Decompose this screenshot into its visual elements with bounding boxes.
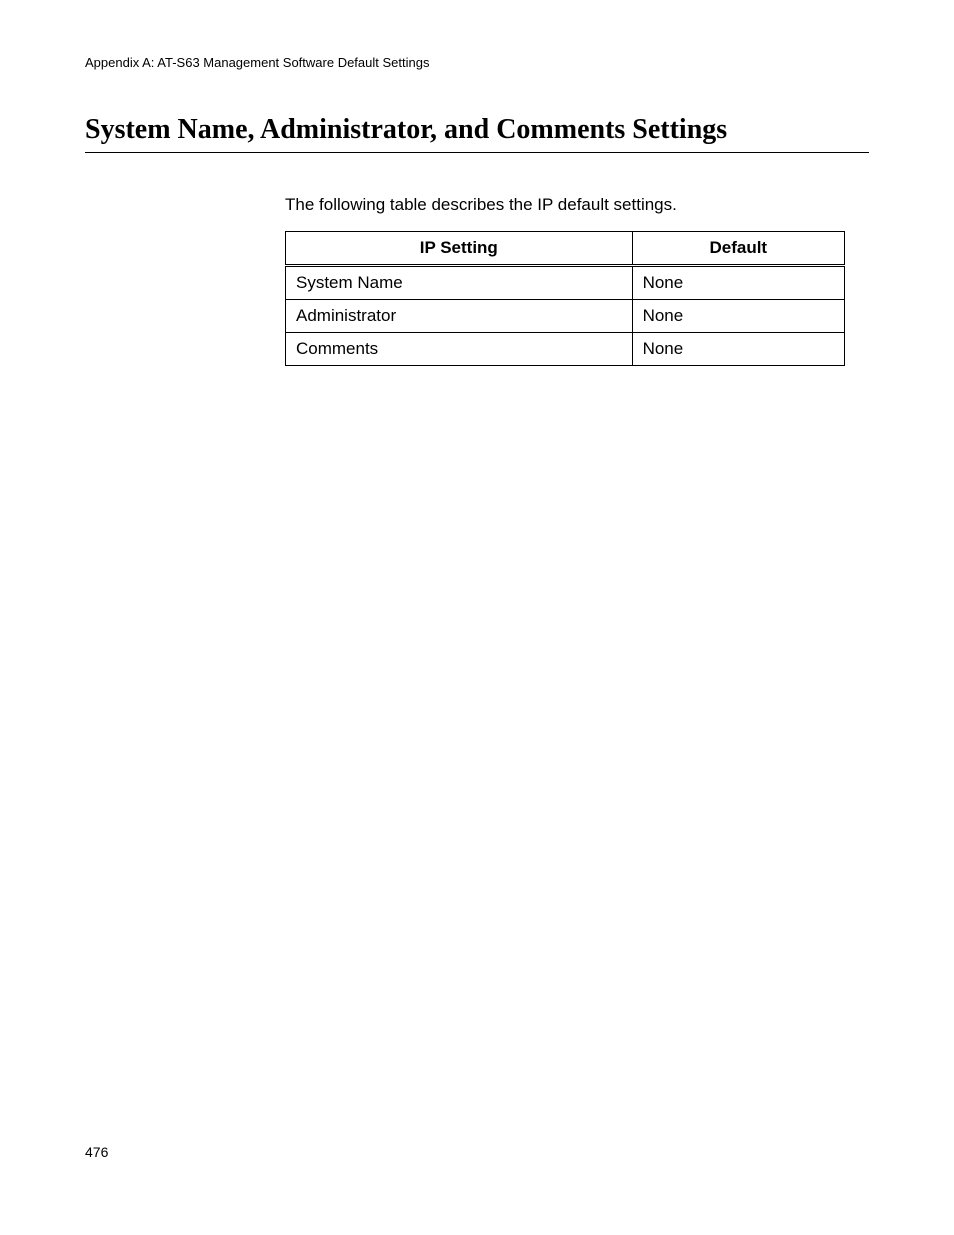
cell-default: None xyxy=(632,266,844,300)
settings-table: IP Setting Default System Name None Admi… xyxy=(285,231,845,366)
table-header-default: Default xyxy=(632,232,844,266)
cell-default: None xyxy=(632,300,844,333)
table-row: Comments None xyxy=(286,333,845,366)
page-number: 476 xyxy=(85,1144,108,1160)
running-head: Appendix A: AT-S63 Management Software D… xyxy=(85,55,869,70)
section-intro: The following table describes the IP def… xyxy=(285,195,869,215)
table-row: System Name None xyxy=(286,266,845,300)
table-header-setting: IP Setting xyxy=(286,232,633,266)
cell-setting: System Name xyxy=(286,266,633,300)
section-title: System Name, Administrator, and Comments… xyxy=(85,114,869,153)
cell-setting: Comments xyxy=(286,333,633,366)
cell-setting: Administrator xyxy=(286,300,633,333)
page-container: Appendix A: AT-S63 Management Software D… xyxy=(0,0,954,1235)
table-header-row: IP Setting Default xyxy=(286,232,845,266)
table-row: Administrator None xyxy=(286,300,845,333)
cell-default: None xyxy=(632,333,844,366)
